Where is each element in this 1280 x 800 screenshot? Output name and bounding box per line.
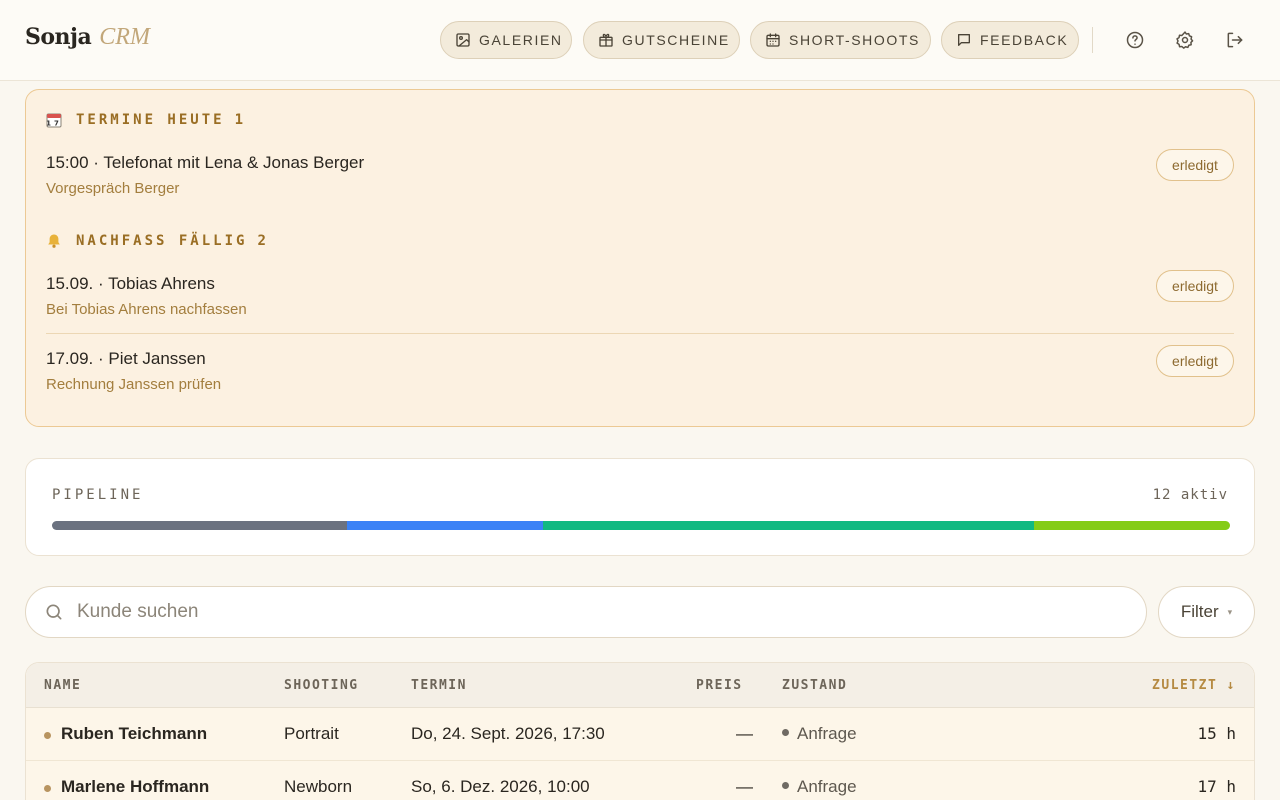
nav-short-shoots-label: SHORT-SHOOTS — [789, 32, 920, 48]
reminder-item: 15.09. · Tobias Ahrens Bei Tobias Ahrens… — [46, 270, 1234, 318]
reminder-item: 15:00 · Telefonat mit Lena & Jonas Berge… — [46, 149, 1234, 197]
cell-termin: Do, 24. Sept. 2026, 17:30 — [411, 724, 605, 743]
cell-preis: — — [736, 777, 753, 796]
calendar-icon: 17 — [46, 113, 62, 128]
svg-text:17: 17 — [46, 120, 62, 128]
reminder-main: 15.09. · Tobias Ahrens — [46, 274, 215, 293]
cell-preis: — — [736, 724, 753, 743]
gift-icon — [599, 33, 613, 47]
search-input[interactable] — [77, 601, 1077, 623]
nav-gutscheine-button[interactable]: GUTSCHEINE — [583, 21, 740, 59]
message-icon — [958, 34, 970, 46]
row-status-dot — [44, 785, 51, 792]
image-icon — [456, 33, 470, 47]
section-title-followup: NACHFASS FÄLLIG 2 — [46, 233, 269, 249]
section-title-followup-text: NACHFASS FÄLLIG — [76, 233, 248, 249]
cell-zuletzt: 17 h — [1197, 777, 1236, 796]
done-button[interactable]: erledigt — [1156, 149, 1234, 181]
help-icon — [1126, 31, 1144, 49]
table-row[interactable]: Marlene Hoffmann Newborn So, 6. Dez. 202… — [26, 761, 1254, 800]
reminder-sub: Vorgespräch Berger — [46, 180, 180, 197]
calendar-icon — [766, 33, 780, 47]
done-button[interactable]: erledigt — [1156, 270, 1234, 302]
cell-shooting: Newborn — [284, 777, 353, 796]
pipeline-segment[interactable] — [52, 521, 347, 530]
search-box[interactable] — [25, 586, 1147, 638]
table-row[interactable]: Ruben Teichmann Portrait Do, 24. Sept. 2… — [26, 708, 1254, 761]
nav-feedback-label: FEEDBACK — [980, 32, 1069, 48]
cell-zuletzt: 15 h — [1197, 724, 1236, 743]
app-logo[interactable]: Sonja CRM — [25, 24, 150, 56]
logo-sub-text: CRM — [99, 24, 150, 50]
nav-feedback-button[interactable]: FEEDBACK — [941, 21, 1079, 59]
logout-icon — [1227, 32, 1243, 48]
top-bar: Sonja CRM GALERIEN GUTSCHEINE SHORT-SHOO… — [0, 0, 1280, 81]
column-header-termin[interactable]: TERMIN — [411, 678, 467, 693]
section-count-followup: 2 — [257, 233, 269, 249]
column-header-shooting[interactable]: SHOOTING — [284, 678, 359, 693]
table-header: NAME SHOOTING TERMIN PREIS ZUSTAND ZULET… — [26, 663, 1254, 708]
reminder-main: 15:00 · Telefonat mit Lena & Jonas Berge… — [46, 153, 365, 172]
bell-icon — [48, 234, 60, 248]
column-header-name[interactable]: NAME — [44, 678, 81, 693]
nav-galerien-label: GALERIEN — [479, 32, 563, 48]
nav-short-shoots-button[interactable]: SHORT-SHOOTS — [750, 21, 931, 59]
state-dot — [782, 729, 789, 737]
cell-termin: So, 6. Dez. 2026, 10:00 — [411, 777, 590, 796]
search-icon — [46, 604, 62, 620]
nav-divider — [1092, 27, 1093, 53]
pipeline-card: PIPELINE 12 aktiv — [25, 458, 1255, 556]
cell-zustand-label: Anfrage — [797, 724, 857, 743]
reminder-sub: Rechnung Janssen prüfen — [46, 376, 222, 393]
pipeline-segment[interactable] — [542, 521, 1034, 530]
done-button[interactable]: erledigt — [1156, 345, 1234, 377]
column-header-preis[interactable]: PREIS — [696, 678, 743, 693]
pipeline-count: 12 aktiv — [1152, 487, 1228, 503]
nav-gutscheine-label: GUTSCHEINE — [622, 32, 730, 48]
help-button[interactable] — [1123, 28, 1147, 52]
cell-name[interactable]: Ruben Teichmann — [61, 724, 207, 744]
cell-zustand: Anfrage — [782, 777, 857, 797]
state-dot — [782, 782, 789, 790]
cell-shooting: Portrait — [284, 724, 339, 743]
section-title-today-text: TERMINE HEUTE — [76, 112, 225, 128]
column-header-zuletzt[interactable]: ZULETZT ↓ — [1152, 678, 1236, 693]
section-title-today: 17 TERMINE HEUTE 1 — [46, 112, 246, 128]
settings-button[interactable] — [1173, 28, 1197, 52]
reminder-divider — [46, 333, 1234, 334]
customer-table: NAME SHOOTING TERMIN PREIS ZUSTAND ZULET… — [25, 662, 1255, 800]
section-count-today: 1 — [234, 112, 247, 128]
column-header-zustand[interactable]: ZUSTAND — [782, 678, 847, 693]
pipeline-bar[interactable] — [52, 521, 1230, 530]
cell-zustand: Anfrage — [782, 724, 857, 744]
reminders-panel: 17 TERMINE HEUTE 1 15:00 · Telefonat mit… — [25, 89, 1255, 427]
settings-icon — [1176, 31, 1194, 49]
nav-galerien-button[interactable]: GALERIEN — [440, 21, 572, 59]
chevron-down-icon: ▾ — [1227, 606, 1233, 617]
logo-main-text: Sonja — [25, 24, 92, 50]
pipeline-title: PIPELINE — [52, 487, 144, 503]
reminder-sub: Bei Tobias Ahrens nachfassen — [46, 301, 247, 318]
row-status-dot — [44, 732, 51, 739]
cell-zustand-label: Anfrage — [797, 777, 857, 796]
logout-button[interactable] — [1223, 28, 1247, 52]
cell-name[interactable]: Marlene Hoffmann — [61, 777, 209, 797]
filter-button[interactable]: Filter ▾ — [1158, 586, 1255, 638]
pipeline-segment[interactable] — [1033, 521, 1230, 530]
filter-label: Filter — [1180, 602, 1219, 621]
reminder-main: 17.09. · Piet Janssen — [46, 349, 206, 368]
reminder-item: 17.09. · Piet Janssen Rechnung Janssen p… — [46, 345, 1234, 393]
pipeline-segment[interactable] — [346, 521, 543, 530]
